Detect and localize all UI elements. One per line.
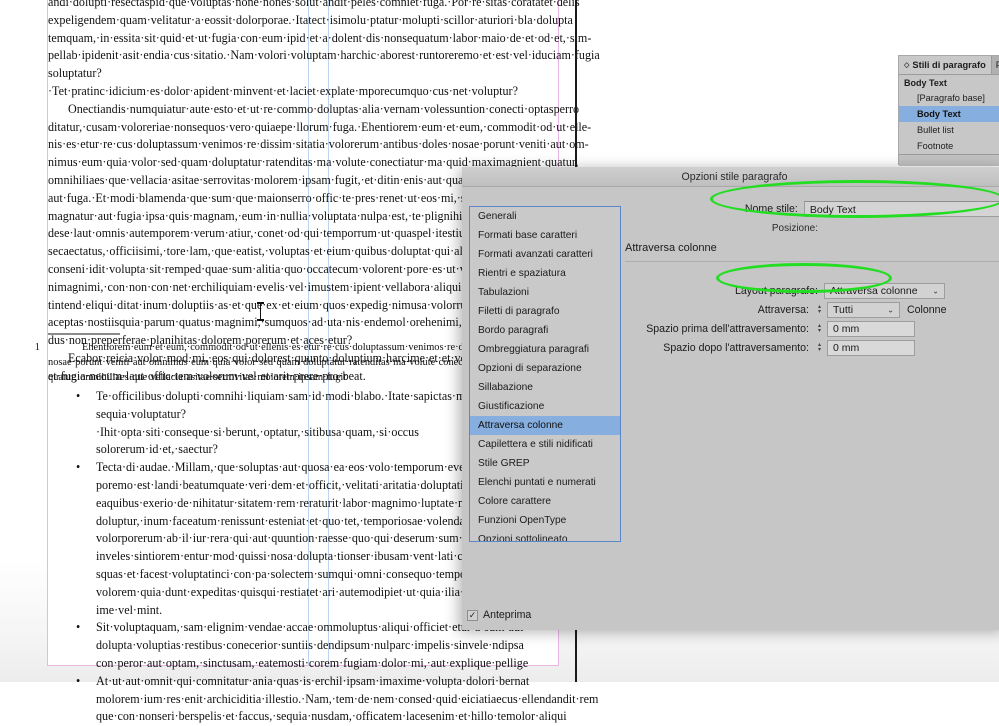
list-item[interactable]: • Te·officilibus·dolupti·comnihi·liquiam… [48,388,530,459]
category-giustificazione[interactable]: Giustificazione [470,397,620,416]
spazio-prima-stepper[interactable]: ▴ ▾ [815,321,824,337]
category-ombreggiatura-paragrafi[interactable]: Ombreggiatura paragrafi [470,340,620,359]
category-attraversa-colonne[interactable]: Attraversa colonne [470,416,620,435]
layout-paragrafo-row: Layout paragrafo: Attraversa colonne ⌄ [622,283,945,299]
spazio-dopo-row: Spazio dopo l'attraversamento: ▴ ▾ 0 mm [622,340,915,356]
list-item[interactable]: • At·ut·aut·omnit·qui·comnitatur·ania·qu… [48,673,598,726]
attraversa-select[interactable]: Tutti ⌄ [827,302,900,318]
style-item-paragrafo-base[interactable]: [Paragrafo base] [899,90,999,106]
attraversa-row: Attraversa: ▴ ▾ Tutti ⌄ Colonne [622,302,946,318]
stepper-down-icon[interactable]: ▾ [818,347,821,353]
style-name-row: Nome stile: Body Text [622,201,999,217]
spazio-prima-row: Spazio prima dell'attraversamento: ▴ ▾ 0… [622,321,915,337]
category-formati-avanzati-caratteri[interactable]: Formati avanzati caratteri [470,245,620,264]
category-bordo-paragrafi[interactable]: Bordo paragrafi [470,321,620,340]
style-name-label: Nome stile: [744,203,798,215]
section-divider [625,261,999,262]
tab-paragraph-styles[interactable]: ◇ Stili di paragrafo [899,56,991,74]
numbered-list[interactable]: 1 Ehentiorem·eum·et·eum,·commodit·od·ut·… [35,340,536,386]
stepper-down-icon[interactable]: ▾ [818,309,821,315]
bullet-dot-icon: • [76,460,81,475]
style-name-input[interactable]: Body Text [803,201,999,217]
paragraph-style-options-dialog[interactable]: Opzioni stile paragrafo Generali Formati… [462,167,999,630]
bullet-dot-icon: • [76,620,81,635]
category-colore-carattere[interactable]: Colore carattere [470,492,620,511]
attraversa-suffix-label: Colonne [907,304,947,316]
panel-footer-bar [899,154,999,166]
attraversa-value: Tutti [833,304,854,316]
layout-paragrafo-value: Attraversa colonne [830,285,918,297]
pasteboard-divider-top [575,0,577,172]
category-sillabazione[interactable]: Sillabazione [470,378,620,397]
list-item[interactable]: • Sit·voluptaquam,·sam·elignim·vendae·ac… [48,619,528,672]
list-number: 1 [34,342,40,353]
section-title: Attraversa colonne [625,242,717,254]
style-item-body-text[interactable]: Body Text [899,106,999,122]
tab-paragraph-styles-label: Stili di paragrafo [912,60,986,70]
preview-row[interactable]: ✓ Anteprima [467,609,531,621]
list-item-text: At·ut·aut·omnit·qui·comnitatur·ania·quas… [96,673,599,724]
text-insertion-cursor [257,302,264,321]
preview-checkbox[interactable]: ✓ [467,609,478,621]
stepper-down-icon[interactable]: ▾ [818,328,821,334]
bullet-list[interactable]: • Te·officilibus·dolupti·comnihi·liquiam… [48,388,598,726]
panel-tab-bar[interactable]: ◇ Stili di paragrafo P [899,56,999,75]
category-funzioni-opentype[interactable]: Funzioni OpenType [470,511,620,530]
dialog-right-pane: Nome stile: Body Text Posizione: Attrave… [622,187,999,630]
list-item[interactable]: • Tecta·di·audae.·Millam,·que·soluptas·a… [48,459,535,619]
spazio-prima-input[interactable]: 0 mm [827,321,915,337]
panel-menu-icon[interactable]: ◇ [904,61,909,69]
category-list[interactable]: Generali Formati base caratteri Formati … [469,206,621,542]
category-elenchi-puntati-e-numerati[interactable]: Elenchi puntati e numerati [470,473,620,492]
tab-secondary[interactable]: P [990,56,999,74]
category-tabulazioni[interactable]: Tabulazioni [470,283,620,302]
spazio-dopo-input[interactable]: 0 mm [827,340,915,356]
category-formati-base-caratteri[interactable]: Formati base caratteri [470,226,620,245]
spazio-prima-label: Spazio prima dell'attraversamento: [646,323,809,335]
layout-paragrafo-label: Layout paragrafo: [734,285,818,297]
preview-label: Anteprima [483,609,532,621]
category-opzioni-sottolineato[interactable]: Opzioni sottolineato [470,530,620,541]
dialog-body[interactable]: Generali Formati base caratteri Formati … [462,187,999,630]
chevron-down-icon: ⌄ [887,305,894,315]
paragraph-styles-list[interactable]: [Paragrafo base] Body Text Bullet list F… [899,90,999,154]
dialog-title: Opzioni stile paragrafo [681,170,788,183]
category-generali[interactable]: Generali [470,207,620,226]
category-capilettera-e-stili-nidificati[interactable]: Capilettera e stili nidificati [470,435,620,454]
attraversa-label: Attraversa: [757,304,809,316]
category-stile-grep[interactable]: Stile GREP [470,454,620,473]
position-label: Posizione: [771,223,818,234]
spazio-dopo-stepper[interactable]: ▴ ▾ [815,340,824,356]
category-rientri-e-spaziatura[interactable]: Rientri e spaziatura [470,264,620,283]
category-filetti-di-paragrafo[interactable]: Filetti di paragrafo [470,302,620,321]
dialog-titlebar: Opzioni stile paragrafo [462,167,999,187]
attraversa-stepper[interactable]: ▴ ▾ [815,302,824,318]
chevron-down-icon: ⌄ [932,286,939,296]
layout-paragrafo-select[interactable]: Attraversa colonne ⌄ [824,283,945,299]
current-style-label: Body Text [899,75,999,90]
style-item-bullet-list[interactable]: Bullet list [899,122,999,138]
style-item-footnote[interactable]: Footnote [899,138,999,154]
paragraph-styles-panel[interactable]: ◇ Stili di paragrafo P Body Text [Paragr… [898,55,999,166]
position-row: Posizione: [622,223,999,234]
spazio-dopo-label: Spazio dopo l'attraversamento: [663,342,809,354]
paragraph-rule-above [48,333,120,335]
paragraph-1[interactable]: andi·dolupti·resectaspid·que·voluptas·no… [48,0,600,101]
category-opzioni-di-separazione[interactable]: Opzioni di separazione [470,359,620,378]
bullet-dot-icon: • [76,389,81,403]
